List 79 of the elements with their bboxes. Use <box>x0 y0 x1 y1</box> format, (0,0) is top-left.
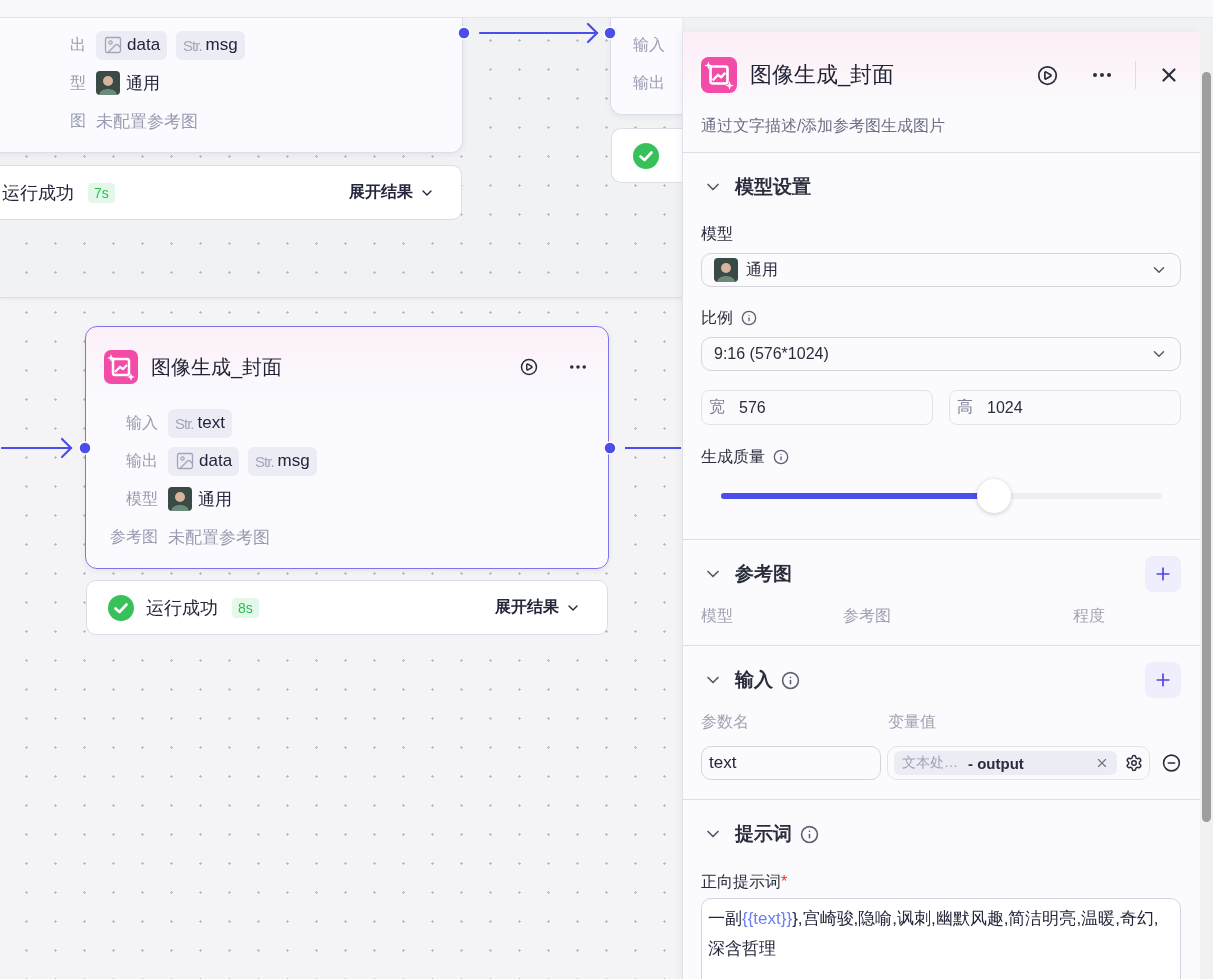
settings-icon[interactable] <box>1125 754 1144 772</box>
column-header: 程度 <box>1073 605 1105 626</box>
section-title: 模型设置 <box>735 175 811 199</box>
scrollbar[interactable] <box>1200 32 1213 979</box>
field-label: 出 <box>69 34 86 55</box>
status-text: 运行成功 <box>2 181 74 205</box>
section-title: 输入 <box>735 668 773 692</box>
info-icon <box>741 310 757 326</box>
field-value: 未配置参考图 <box>168 526 270 549</box>
avatar-icon <box>96 71 120 95</box>
add-button[interactable] <box>1145 662 1181 698</box>
field-label: 正向提示词 <box>701 872 781 892</box>
tag-source: 文本处… <box>902 754 958 772</box>
required-mark: * <box>781 872 788 892</box>
more-icon <box>1093 73 1111 77</box>
column-header: 变量值 <box>888 711 936 732</box>
field-label: 参考图 <box>109 526 158 547</box>
panel-title: 图像生成_封面 <box>750 61 896 89</box>
prompt-textarea[interactable]: 一副{{text}}},宫崎骏,隐喻,讽刺,幽默风趣,简洁明亮,温暖,奇幻,深含哲理 <box>701 898 1181 979</box>
play-icon <box>1036 64 1058 86</box>
duration-badge: 7s <box>88 182 115 203</box>
section-title: 参考图 <box>735 562 792 586</box>
field-label: 模型 <box>125 488 158 509</box>
output-chip: data <box>168 446 240 476</box>
field-label: 模型 <box>701 224 733 244</box>
sparkle-image-icon <box>701 57 737 93</box>
port-dot[interactable] <box>603 441 617 455</box>
expand-results-button[interactable]: 展开结果 <box>495 597 581 618</box>
column-header: 模型 <box>701 605 734 626</box>
sparkle-image-icon <box>104 350 138 384</box>
field-label: 比例 <box>701 308 733 328</box>
column-header: 参数名 <box>701 711 750 732</box>
section-title: 提示词 <box>735 822 792 846</box>
model-name: 通用 <box>126 72 160 95</box>
node-card[interactable]: 出 data Str. msg 型 通用 图 未配置参考图 <box>0 18 463 153</box>
avatar-icon <box>714 258 738 282</box>
panel-description: 通过文字描述/添加参考图生成图片 <box>701 116 947 136</box>
image-icon <box>175 451 195 471</box>
field-value: 未配置参考图 <box>96 110 198 133</box>
column-header: 参考图 <box>843 605 892 626</box>
add-button[interactable] <box>1145 556 1181 592</box>
field-label: 图 <box>69 110 86 131</box>
port-dot[interactable] <box>603 26 617 40</box>
image-icon <box>103 35 123 55</box>
param-name-field[interactable]: text <box>701 746 881 780</box>
run-button[interactable] <box>1035 63 1059 87</box>
remove-icon[interactable] <box>1162 753 1181 773</box>
play-icon <box>520 358 538 376</box>
port-dot[interactable] <box>78 441 92 455</box>
field-label: 输入 <box>125 412 158 433</box>
field-label: 型 <box>69 72 86 93</box>
output-chip: Str. msg <box>176 30 245 60</box>
connector-line <box>625 446 681 450</box>
avatar-icon <box>168 487 192 511</box>
expand-results-button[interactable]: 展开结果 <box>349 182 435 203</box>
ratio-select[interactable]: 9:16 (576*1024) <box>701 337 1181 371</box>
field-label: 输入 <box>632 34 665 55</box>
field-prefix: 高 <box>957 397 973 417</box>
field-label: 输出 <box>632 72 665 93</box>
output-chip: Str. msg <box>248 446 317 476</box>
output-chip: Str. text <box>168 408 232 438</box>
output-chip: data <box>96 30 168 60</box>
field-prefix: 宽 <box>709 397 725 417</box>
field-label: 生成质量 <box>701 447 765 467</box>
port-dot[interactable] <box>457 26 471 40</box>
model-name: 通用 <box>198 488 232 511</box>
slider-thumb[interactable] <box>977 479 1012 513</box>
success-check-icon <box>108 594 134 621</box>
success-check-icon <box>633 142 659 169</box>
node-card[interactable]: 图像生成_封面 输入 Str. text 输出 data Str. msg 模型 通用 参考图 未配置参考图 <box>85 326 609 569</box>
variable-field[interactable]: 文本处… - output <box>887 746 1151 780</box>
duration-badge: 8s <box>232 597 259 618</box>
more-icon <box>570 365 586 369</box>
status-text: 运行成功 <box>146 596 218 620</box>
field-label: 输出 <box>125 450 158 471</box>
tag-output: - output <box>968 754 1025 772</box>
node-title: 图像生成_封面 <box>151 354 284 381</box>
model-select[interactable]: 通用 <box>701 253 1181 287</box>
info-icon <box>773 449 789 465</box>
